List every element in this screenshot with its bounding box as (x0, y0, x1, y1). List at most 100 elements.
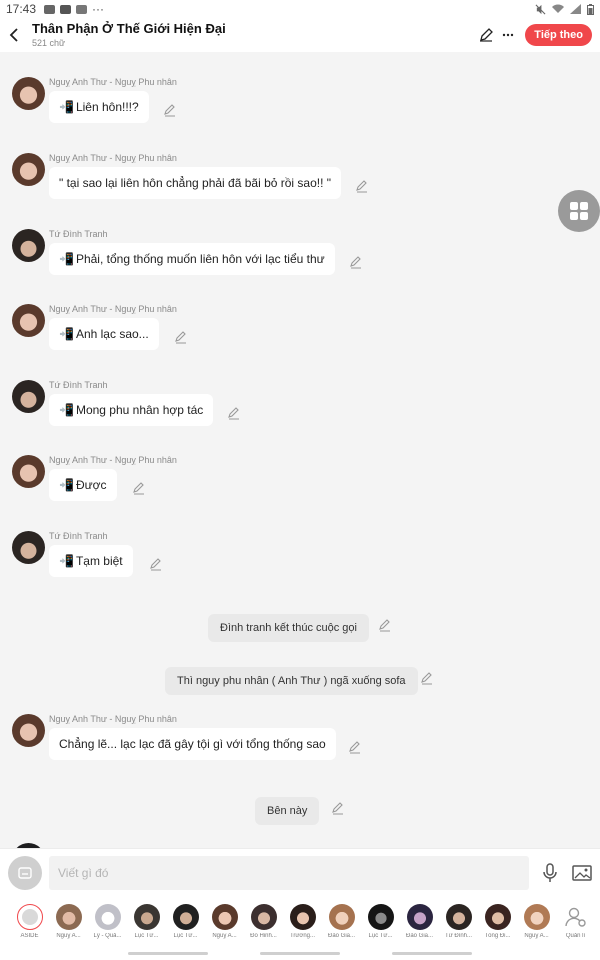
app-notification-icon (76, 4, 88, 14)
message-text: Phải, tổng thống muốn liên hôn với lạc t… (75, 252, 325, 266)
speaker-name: Nguỵ Anh Thư - Nguỵ Phu nhân (49, 304, 177, 314)
more-dots-icon (503, 33, 514, 37)
character-item[interactable]: Nguỵ A... (205, 904, 244, 939)
avatar (289, 904, 316, 930)
character-name: Nguỵ A... (524, 933, 549, 939)
avatar (94, 904, 121, 930)
edit-message-icon[interactable] (174, 330, 188, 344)
character-manage[interactable]: Quản lí (556, 904, 595, 939)
avatar[interactable] (12, 77, 45, 110)
edit-narration-icon[interactable] (420, 671, 434, 685)
character-item[interactable]: Nguỵ A... (49, 904, 88, 939)
message-bubble[interactable]: 📲 Tạm biệt (49, 545, 133, 577)
avatar[interactable] (12, 153, 45, 186)
nav-back[interactable] (392, 952, 472, 955)
back-button[interactable] (2, 18, 26, 52)
edit-narration-icon[interactable] (378, 618, 392, 632)
edit-story-button[interactable] (475, 24, 497, 46)
user-settings-icon (564, 907, 586, 927)
page-title: Thân Phận Ở Thế Giới Hiện Đại (32, 21, 226, 36)
more-options-button[interactable] (497, 24, 519, 46)
character-item[interactable]: Đào Gia... (400, 904, 439, 939)
character-name: Nguỵ A... (212, 933, 237, 939)
message-bubble[interactable]: 📲 Mong phu nhân hợp tác (49, 394, 214, 426)
story-header: Thân Phận Ở Thế Giới Hiện Đại 521 chữ Ti… (0, 18, 600, 52)
input-bar (0, 848, 600, 896)
character-bar: ASIDE Nguỵ A... Lý - Quả... Lục Tứ... Lụ… (0, 896, 600, 948)
character-item[interactable]: Lục Tứ... (361, 904, 400, 939)
message-text: Tạm biệt (75, 554, 123, 568)
battery-icon (587, 3, 594, 15)
aside-icon (16, 904, 43, 930)
edit-message-icon[interactable] (349, 255, 363, 269)
avatar (445, 904, 472, 930)
message-text: Liên hôn!!!? (75, 100, 139, 114)
character-item[interactable]: Lý - Quả... (88, 904, 127, 939)
avatar (484, 904, 511, 930)
message-bubble[interactable]: 📲 Phải, tổng thống muốn liên hôn với lạc… (49, 243, 335, 275)
edit-narration-icon[interactable] (331, 801, 345, 815)
narration-bubble[interactable]: Bên này (255, 797, 320, 825)
edit-message-icon[interactable] (355, 179, 369, 193)
character-item[interactable]: Lục Tứ... (166, 904, 205, 939)
message-text: Chẳng lẽ... lạc lạc đã gây tội gì với tổ… (59, 737, 326, 751)
voice-button[interactable] (539, 862, 561, 884)
avatar[interactable] (12, 714, 45, 747)
avatar (523, 904, 550, 930)
message-bubble[interactable]: Chẳng lẽ... lạc lạc đã gây tội gì với tổ… (49, 728, 336, 760)
edit-message-icon[interactable] (163, 103, 177, 117)
nav-home[interactable] (260, 952, 340, 955)
character-name: Lý - Quả... (93, 933, 122, 939)
wifi-icon (552, 4, 564, 13)
nav-recents[interactable] (128, 952, 208, 955)
phone-call-icon: 📲 (59, 252, 74, 266)
avatar[interactable] (12, 304, 45, 337)
message-bubble[interactable]: 📲 Được (49, 469, 117, 501)
edit-message-icon[interactable] (348, 740, 362, 754)
edit-message-icon[interactable] (227, 406, 241, 420)
signal-icon (570, 4, 581, 14)
character-item[interactable]: Tống Đi... (478, 904, 517, 939)
narration-bubble[interactable]: Thì nguy phu nhân ( Anh Thư ) ngã xuống … (165, 667, 418, 695)
avatar (55, 904, 82, 930)
image-button[interactable] (571, 862, 593, 884)
character-item[interactable]: Lục Tứ... (127, 904, 166, 939)
gallery-notification-icon (44, 4, 56, 14)
character-item[interactable]: Đỗ Hinh... (244, 904, 283, 939)
avatar[interactable] (12, 455, 45, 488)
character-name: Nguỵ A... (56, 933, 81, 939)
phone-call-icon: 📲 (59, 554, 74, 568)
message-text: Anh lạc sao... (75, 327, 149, 341)
character-item[interactable]: Nguỵ A... (517, 904, 556, 939)
avatar[interactable] (12, 229, 45, 262)
message-text: Được (75, 478, 107, 492)
edit-message-icon[interactable] (149, 557, 163, 571)
grid-menu-button[interactable] (558, 190, 600, 232)
message-bubble[interactable]: 📲 Liên hôn!!!? (49, 91, 149, 123)
toggle-panel-button[interactable] (8, 855, 42, 890)
next-button[interactable]: Tiếp theo (525, 24, 592, 46)
title-block: Thân Phận Ở Thế Giới Hiện Đại 521 chữ (32, 21, 226, 49)
image-icon (572, 864, 592, 881)
message-input[interactable] (49, 855, 529, 890)
speaker-name: Tứ Đình Tranh (49, 380, 108, 390)
avatar (133, 904, 160, 930)
avatar[interactable] (12, 531, 45, 564)
character-aside[interactable]: ASIDE (10, 904, 49, 939)
edit-message-icon[interactable] (132, 481, 146, 495)
character-item[interactable]: Trương... (283, 904, 322, 939)
narration-bubble[interactable]: Đình tranh kết thúc cuộc gọi (208, 614, 369, 642)
chevron-left-icon (9, 28, 18, 42)
character-item[interactable]: Đào Gia... (322, 904, 361, 939)
character-item[interactable]: Tứ Đình... (439, 904, 478, 939)
avatar (250, 904, 277, 930)
avatar (211, 904, 238, 930)
chat-area[interactable]: Nguỵ Anh Thư - Nguỵ Phu nhân 📲 Liên hôn!… (0, 52, 600, 848)
avatar[interactable] (12, 380, 45, 413)
mute-icon (535, 4, 546, 14)
microphone-icon (543, 862, 557, 882)
message-bubble[interactable]: " tại sao lại liên hôn chẳng phải đã bãi… (49, 167, 342, 199)
character-name: Trương... (289, 933, 316, 939)
avatar (172, 904, 199, 930)
message-bubble[interactable]: 📲 Anh lạc sao... (49, 318, 159, 350)
